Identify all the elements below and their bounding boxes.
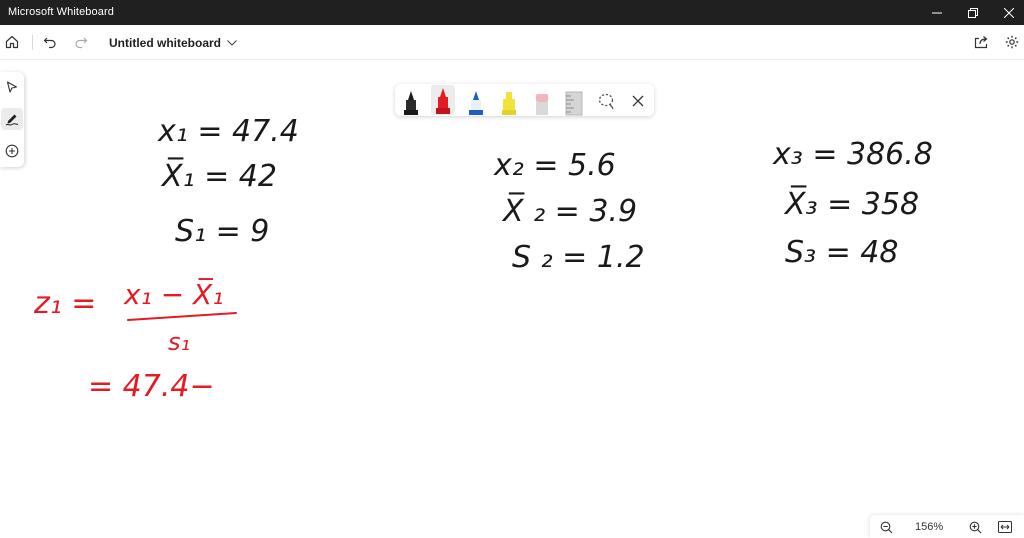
ink-layer: x₁ = 47.4 X̅₁ = 42 S₁ = 9 x₂ = 5.6 X̅ ₂ … xyxy=(33,114,933,404)
share-button[interactable] xyxy=(969,30,993,54)
home-button[interactable] xyxy=(0,30,24,54)
ink-xbar1: X̅₁ = 42 xyxy=(160,157,277,194)
pen-toolbar xyxy=(395,84,654,116)
yellow-highlighter-button[interactable] xyxy=(496,86,522,116)
select-tool-button[interactable] xyxy=(1,76,23,98)
restore-icon xyxy=(968,7,978,18)
close-window-button[interactable] xyxy=(992,0,1024,25)
ink-x1: x₁ = 47.4 xyxy=(157,114,299,149)
fit-screen-icon xyxy=(998,521,1012,533)
minimize-button[interactable] xyxy=(920,0,954,25)
ruler-icon xyxy=(565,91,583,116)
pointer-icon xyxy=(6,81,18,93)
ink-z1-substitution: = 47.4− xyxy=(88,369,215,404)
settings-button[interactable] xyxy=(1000,30,1024,54)
app-header: Untitled whiteboard xyxy=(0,25,1024,60)
ink-tool-button[interactable] xyxy=(1,108,23,130)
ink-x2: x₂ = 5.6 xyxy=(493,148,616,183)
lasso-select-button[interactable] xyxy=(593,86,619,116)
black-pen-button[interactable] xyxy=(398,86,424,116)
home-icon xyxy=(5,35,19,49)
zoom-in-icon xyxy=(969,521,981,533)
undo-icon xyxy=(43,37,56,49)
ink-z1-lhs: z₁ = xyxy=(33,286,96,321)
ink-x3: x₃ = 386.8 xyxy=(772,137,933,172)
pen-squiggle-icon xyxy=(5,114,19,126)
header-divider xyxy=(32,35,33,50)
chevron-down-icon xyxy=(227,40,237,46)
left-toolbar xyxy=(0,72,24,167)
whiteboard-canvas[interactable]: x₁ = 47.4 X̅₁ = 42 S₁ = 9 x₂ = 5.6 X̅ ₂ … xyxy=(0,60,1024,538)
share-icon xyxy=(974,36,988,49)
zoom-out-button[interactable] xyxy=(876,517,896,537)
lasso-icon xyxy=(598,93,614,110)
zoom-level[interactable]: 156% xyxy=(915,521,943,533)
blue-pen-icon xyxy=(469,91,483,115)
zoom-out-icon xyxy=(880,521,892,533)
ink-fraction-bar xyxy=(127,312,237,321)
ink-z1-numerator: x₁ − X̅₁ xyxy=(123,277,223,311)
ink-s2: S ₂ = 1.2 xyxy=(512,240,645,275)
undo-button[interactable] xyxy=(38,30,62,54)
redo-button[interactable] xyxy=(69,30,93,54)
plus-circle-icon xyxy=(5,144,19,158)
whiteboard-title-dropdown[interactable]: Untitled whiteboard xyxy=(109,35,237,51)
gear-icon xyxy=(1005,35,1019,49)
zoom-in-button[interactable] xyxy=(965,517,985,537)
blue-pen-button[interactable] xyxy=(463,86,489,116)
close-pen-toolbar-button[interactable] xyxy=(625,86,651,116)
eraser-icon xyxy=(536,94,548,115)
red-pen-button[interactable] xyxy=(430,84,456,115)
app-title: Microsoft Whiteboard xyxy=(8,6,114,18)
whiteboard-title: Untitled whiteboard xyxy=(109,36,221,50)
redo-icon xyxy=(75,37,88,49)
add-content-button[interactable] xyxy=(1,140,23,162)
highlighter-icon xyxy=(502,92,516,115)
ink-s3: S₃ = 48 xyxy=(785,235,898,270)
ink-z1-denominator: s₁ xyxy=(168,328,190,356)
close-icon xyxy=(632,95,644,107)
close-icon xyxy=(1004,7,1014,18)
restore-button[interactable] xyxy=(956,0,990,25)
red-pen-icon xyxy=(431,85,455,115)
fit-to-screen-button[interactable] xyxy=(995,517,1015,537)
minimize-icon xyxy=(932,12,942,13)
black-pen-icon xyxy=(404,91,418,115)
ruler-button[interactable] xyxy=(561,86,587,116)
eraser-button[interactable] xyxy=(529,86,555,116)
ink-xbar3: X̅₃ = 358 xyxy=(783,185,919,222)
ink-s1: S₁ = 9 xyxy=(175,214,269,249)
ink-xbar2: X̅ ₂ = 3.9 xyxy=(501,192,637,229)
zoom-controls: 156% xyxy=(870,515,1024,538)
window-title-bar: Microsoft Whiteboard xyxy=(0,0,1024,25)
